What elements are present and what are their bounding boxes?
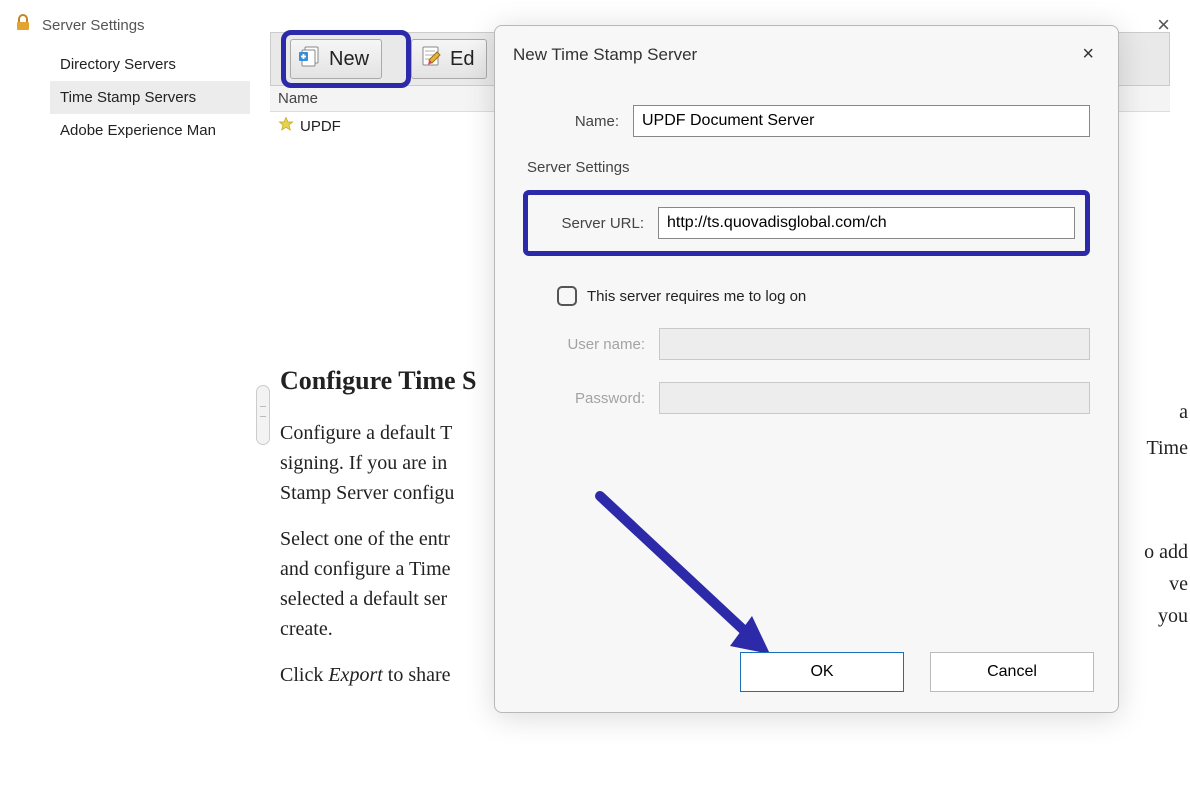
sidebar-item-label: Adobe Experience Man [60,122,216,139]
logon-checkbox-label: This server requires me to log on [587,288,806,305]
cancel-button[interactable]: Cancel [930,652,1094,692]
new-button-label: New [329,48,369,71]
password-input [659,382,1090,414]
logon-checkbox-row[interactable]: This server requires me to log on [557,286,1090,306]
password-label: Password: [541,390,659,407]
annotation-highlight-new: New [281,30,411,88]
splitter-handle[interactable] [256,385,270,445]
lock-icon [14,14,32,36]
close-icon: × [1082,43,1094,65]
export-text: Export [328,664,382,686]
ok-button[interactable]: OK [740,652,904,692]
sidebar-item-label: Time Stamp Servers [60,89,196,106]
edit-button-label: Ed [450,48,474,71]
dialog-title: New Time Stamp Server [513,45,697,65]
server-settings-group-label: Server Settings [527,159,1090,176]
list-item-label: UPDF [300,118,341,135]
sidebar-item-directory-servers[interactable]: Directory Servers [50,48,250,81]
annotation-arrow [590,486,800,676]
plus-document-icon [297,44,321,74]
pencil-document-icon [418,44,442,74]
name-label: Name: [523,113,633,130]
star-icon [278,116,294,137]
edit-button[interactable]: Ed [411,39,487,79]
new-button[interactable]: New [290,39,382,79]
name-input[interactable] [633,105,1090,137]
background-text-fragment: a Time o add ve you [1118,396,1188,632]
username-label: User name: [541,336,659,353]
checkbox-empty-icon [557,286,577,306]
server-url-input[interactable] [658,207,1075,239]
sidebar-item-adobe-experience-manager[interactable]: Adobe Experience Man [50,114,250,147]
new-time-stamp-server-dialog: New Time Stamp Server × Name: Server Set… [494,25,1119,713]
sidebar: Directory Servers Time Stamp Servers Ado… [50,48,250,147]
window-title: Server Settings [14,14,145,36]
window-title-text: Server Settings [42,17,145,34]
username-input [659,328,1090,360]
dialog-close-button[interactable]: × [1076,40,1100,69]
server-url-label: Server URL: [538,215,658,232]
annotation-highlight-url: Server URL: [523,190,1090,256]
sidebar-item-label: Directory Servers [60,56,176,73]
sidebar-item-time-stamp-servers[interactable]: Time Stamp Servers [50,81,250,114]
